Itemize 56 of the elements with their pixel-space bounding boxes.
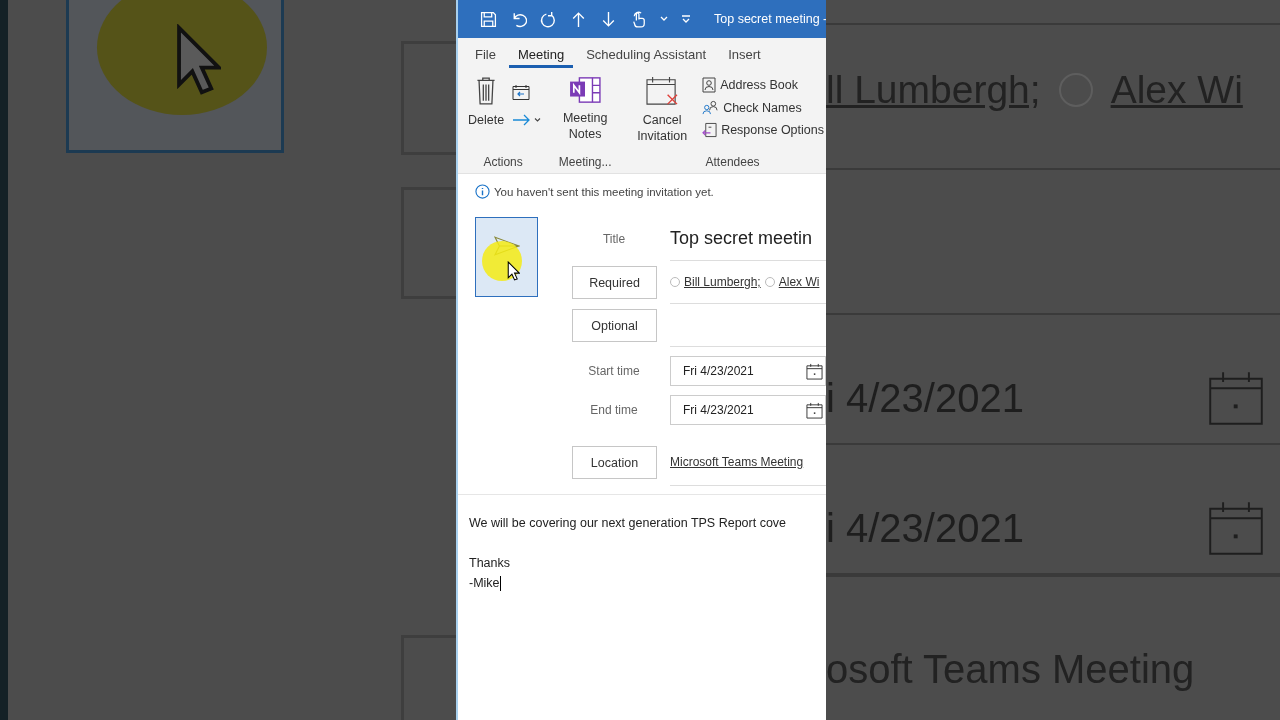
touch-icon[interactable]	[630, 10, 647, 28]
message-body[interactable]: We will be covering our next generation TPS Report cove Thanks -Mike	[458, 494, 826, 593]
ribbon-tab[interactable]: Insert	[719, 40, 770, 68]
ribbon-command[interactable]: Response Options	[700, 119, 826, 141]
calendar-icon[interactable]	[512, 84, 531, 100]
redo-icon[interactable]	[540, 10, 557, 28]
ribbon-command[interactable]: Address Book	[700, 74, 826, 96]
down-arrow-icon[interactable]	[600, 10, 617, 28]
location-link[interactable]: Microsoft Teams Meeting	[670, 455, 804, 469]
meeting-notes-button[interactable]: Meeting Notes	[554, 74, 617, 155]
calendar-icon	[1206, 369, 1266, 427]
field-label: End time	[589, 403, 639, 417]
location-button[interactable]: Location	[572, 446, 657, 479]
contact-card-icon	[702, 77, 717, 93]
body-text: Thanks	[469, 556, 510, 570]
date-field[interactable]: Fri 4/23/2021	[670, 356, 826, 386]
ribbon-tab[interactable]: Scheduling Assistant	[577, 40, 716, 68]
body-text: -Mike	[469, 576, 500, 590]
group-label: Attendees	[705, 155, 760, 171]
save-icon[interactable]	[480, 10, 497, 28]
date-field[interactable]: Fri 4/23/2021	[670, 395, 826, 425]
delete-button[interactable]: Delete	[464, 74, 509, 155]
text-cursor	[499, 575, 501, 591]
cursor-icon	[507, 261, 520, 281]
notebook-icon	[568, 76, 603, 104]
cursor-highlight	[482, 241, 522, 281]
attendee-link[interactable]: Bill Lumbergh;	[684, 275, 761, 289]
info-icon	[475, 184, 490, 199]
ribbon-tab[interactable]: File	[466, 40, 505, 68]
dropdown-icon[interactable]	[660, 16, 668, 22]
ribbon-tab[interactable]: Meeting	[508, 40, 574, 68]
info-message: You haven't sent this meeting invitation yet.	[494, 185, 714, 198]
required-button[interactable]: Required	[572, 266, 657, 299]
forward-arrow-icon[interactable]	[512, 114, 543, 126]
group-label: Meeting...	[558, 155, 612, 171]
cursor-icon	[175, 24, 221, 96]
trash-icon	[475, 76, 498, 106]
attendee-link[interactable]: Alex Wi	[778, 275, 820, 289]
send-button[interactable]	[475, 217, 538, 297]
response-icon	[702, 122, 718, 138]
group-label: Actions	[483, 155, 523, 171]
title-field[interactable]: Top secret meetin	[670, 228, 813, 249]
optional-button[interactable]: Optional	[572, 309, 657, 342]
up-arrow-icon[interactable]	[570, 10, 587, 28]
calendar-cancel-icon	[645, 76, 680, 106]
calendar-icon[interactable]	[806, 401, 823, 419]
cancel-invitation-button[interactable]: Cancel Invitation	[628, 74, 697, 155]
window-title: Top secret meeting -	[714, 12, 826, 26]
calendar-icon	[1206, 499, 1266, 557]
field-label: Start time	[587, 364, 641, 378]
customize-icon[interactable]	[681, 15, 691, 23]
body-text: We will be covering our next generation TPS Report cove	[469, 516, 787, 530]
field-label: Title	[601, 232, 627, 246]
calendar-icon[interactable]	[806, 362, 823, 380]
ribbon-command[interactable]: Check Names	[700, 97, 826, 118]
people-icon	[702, 100, 720, 115]
